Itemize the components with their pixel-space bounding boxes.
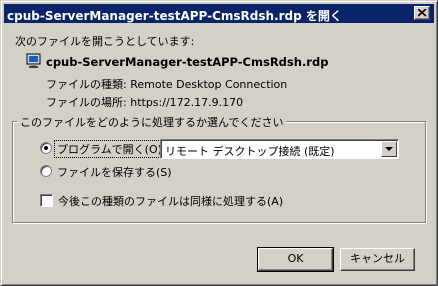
ok-button[interactable]: OK [257, 247, 334, 272]
dialog-prompt: 次のファイルを開こうとしています: [15, 35, 195, 48]
close-icon [418, 9, 427, 17]
file-type-label: ファイルの種類: [46, 78, 127, 91]
open-with-label[interactable]: プログラムで開く(O): [54, 140, 169, 158]
dialog-title: cpub-ServerManager-testAPP-CmsRdsh.rdp を… [4, 4, 434, 23]
open-with-radio[interactable] [40, 142, 52, 154]
always-do-this-label[interactable]: 今後この種類のファイルは同様に処理する(A) [58, 193, 283, 209]
file-location-row: ファイルの場所: https://172.17.9.170 [46, 94, 243, 110]
save-file-label[interactable]: ファイルを保存する(S) [57, 164, 172, 180]
program-select[interactable]: リモート デスクトップ接続 (既定) [160, 139, 399, 159]
chevron-down-icon [385, 147, 393, 151]
close-button[interactable] [414, 6, 430, 20]
file-location-value: https://172.17.9.170 [130, 96, 244, 109]
file-location-label: ファイルの場所: [46, 96, 127, 109]
program-select-value: リモート デスクトップ接続 (既定) [165, 145, 335, 158]
file-type-value: Remote Desktop Connection [130, 78, 288, 91]
save-file-radio[interactable] [40, 165, 52, 177]
cancel-button[interactable]: キャンセル [340, 248, 415, 271]
action-group-title: このファイルをどのように処理するか選んでください [17, 114, 287, 130]
file-type-row: ファイルの種類: Remote Desktop Connection [46, 76, 287, 92]
program-select-dropdown-button[interactable] [381, 141, 397, 157]
always-do-this-checkbox[interactable] [40, 194, 53, 207]
file-name: cpub-ServerManager-testAPP-CmsRdsh.rdp [46, 55, 329, 69]
rdp-file-icon [26, 53, 41, 68]
